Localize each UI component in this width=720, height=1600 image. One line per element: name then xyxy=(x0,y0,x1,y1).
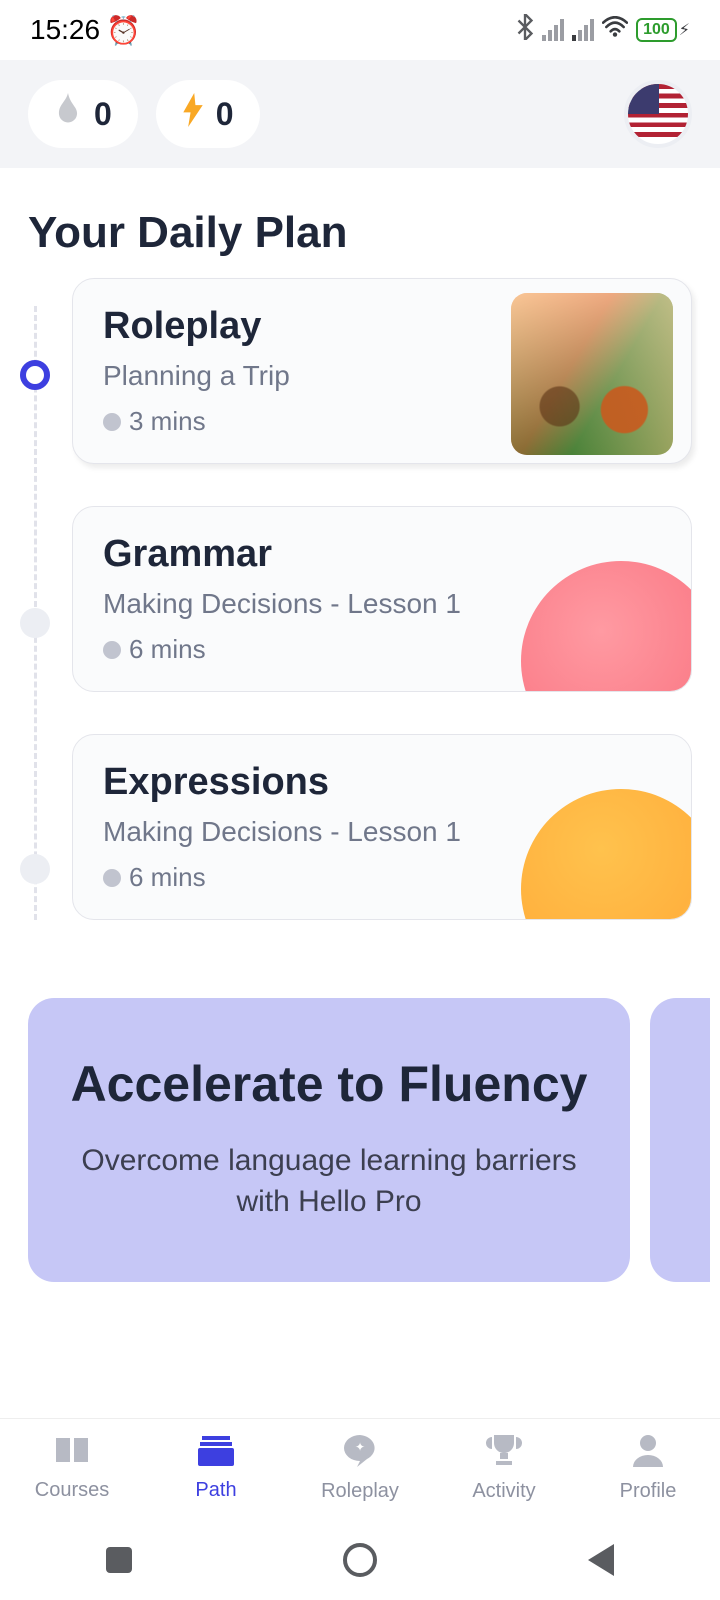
signal-icon-1 xyxy=(542,19,564,41)
card-type: Expressions xyxy=(103,761,661,804)
trophy-icon xyxy=(486,1433,522,1476)
tab-roleplay[interactable]: ✦ Roleplay xyxy=(288,1419,432,1516)
bolt-icon xyxy=(182,93,204,135)
battery-indicator: 100 ⚡︎ xyxy=(636,18,690,42)
stack-icon xyxy=(198,1434,234,1475)
clock-icon xyxy=(103,413,121,431)
android-nav-bar xyxy=(0,1520,720,1600)
promo-card-next[interactable] xyxy=(650,998,710,1282)
tab-label: Profile xyxy=(620,1480,677,1503)
plan-card-roleplay[interactable]: Roleplay Planning a Trip 3 mins xyxy=(72,278,692,464)
wifi-icon xyxy=(602,16,628,45)
bolts-pill[interactable]: 0 xyxy=(156,80,260,148)
recent-apps-button[interactable] xyxy=(106,1547,132,1573)
tab-label: Path xyxy=(195,1479,236,1502)
card-type: Grammar xyxy=(103,533,661,576)
timeline-node xyxy=(20,608,50,638)
promo-card-fluency[interactable]: Accelerate to Fluency Overcome language … xyxy=(28,998,630,1282)
tab-label: Courses xyxy=(35,1479,109,1502)
bolts-count: 0 xyxy=(216,96,234,133)
flame-icon xyxy=(54,93,82,135)
timeline-node xyxy=(20,854,50,884)
tab-path[interactable]: Path xyxy=(144,1419,288,1516)
tab-label: Roleplay xyxy=(321,1480,399,1503)
bottom-tab-bar: Courses Path ✦ Roleplay Activity Profile xyxy=(0,1418,720,1516)
card-accent xyxy=(521,789,692,920)
status-bar: 15:26 ⏰ 100 ⚡︎ xyxy=(0,0,720,60)
streak-pill[interactable]: 0 xyxy=(28,80,138,148)
plan-card-expressions[interactable]: Expressions Making Decisions - Lesson 1 … xyxy=(72,734,692,920)
page-title: Your Daily Plan xyxy=(0,168,720,278)
clock-icon xyxy=(103,641,121,659)
daily-plan-list: Roleplay Planning a Trip 3 mins Grammar … xyxy=(0,278,720,920)
svg-text:✦: ✦ xyxy=(355,1440,365,1454)
header-metrics: 0 0 xyxy=(0,60,720,168)
streak-count: 0 xyxy=(94,96,112,133)
tab-label: Activity xyxy=(472,1480,535,1503)
plan-card-grammar[interactable]: Grammar Making Decisions - Lesson 1 6 mi… xyxy=(72,506,692,692)
chat-icon: ✦ xyxy=(341,1433,379,1476)
signal-icon-2 xyxy=(572,19,594,41)
card-accent xyxy=(521,561,692,692)
bluetooth-icon xyxy=(516,14,534,47)
card-illustration xyxy=(511,293,673,455)
status-time: 15:26 xyxy=(30,14,100,46)
back-button[interactable] xyxy=(588,1544,614,1576)
timeline-node-active xyxy=(20,360,50,390)
clock-icon xyxy=(103,869,121,887)
promo-title: Accelerate to Fluency xyxy=(68,1052,590,1117)
alarm-icon: ⏰ xyxy=(106,14,141,47)
tab-courses[interactable]: Courses xyxy=(0,1419,144,1516)
person-icon xyxy=(631,1433,665,1476)
book-icon xyxy=(54,1434,90,1475)
tab-profile[interactable]: Profile xyxy=(576,1419,720,1516)
tab-activity[interactable]: Activity xyxy=(432,1419,576,1516)
home-button[interactable] xyxy=(343,1543,377,1577)
promo-carousel[interactable]: Accelerate to Fluency Overcome language … xyxy=(0,962,720,1282)
language-flag-us[interactable] xyxy=(624,80,692,148)
promo-subtitle: Overcome language learning barriers with… xyxy=(68,1141,590,1222)
